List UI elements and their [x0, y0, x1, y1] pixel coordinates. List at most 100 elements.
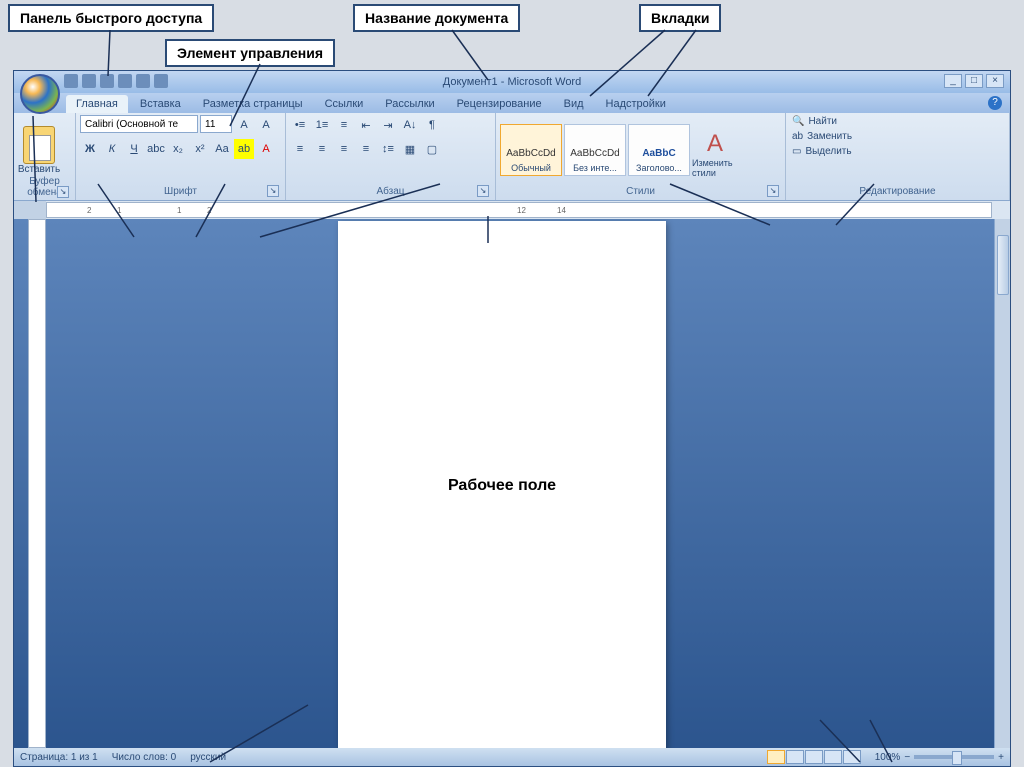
- tab-mailings[interactable]: Рассылки: [375, 95, 444, 113]
- label-doc-title: Название документа: [353, 4, 520, 32]
- office-button[interactable]: [20, 74, 60, 114]
- status-lang[interactable]: русский: [190, 752, 226, 763]
- group-styles: AaBbCcDd Обычный AaBbCcDd Без инте... Aa…: [496, 113, 786, 200]
- paste-label: Вставить: [18, 164, 60, 175]
- minimize-button[interactable]: _: [944, 74, 962, 88]
- horizontal-ruler[interactable]: 21 12 1214: [46, 202, 992, 218]
- scrollbar-thumb[interactable]: [997, 235, 1009, 295]
- multilevel-button[interactable]: ≡: [334, 115, 354, 135]
- tab-addins[interactable]: Надстройки: [596, 95, 676, 113]
- status-bar: Страница: 1 из 1 Число слов: 0 русский 1…: [14, 748, 1010, 766]
- ruler-area: 21 12 1214: [14, 201, 1010, 219]
- page-area: Рабочее поле: [46, 219, 1010, 748]
- help-icon[interactable]: ?: [988, 96, 1002, 110]
- subscript-button[interactable]: x₂: [168, 139, 188, 159]
- find-button[interactable]: 🔍Найти: [790, 115, 839, 128]
- align-left-button[interactable]: ≡: [290, 139, 310, 159]
- group-paragraph: •≡ 1≡ ≡ ⇤ ⇥ A↓ ¶ ≡ ≡ ≡ ≡ ↕≡ ▦ ▢: [286, 113, 496, 200]
- indent-increase-button[interactable]: ⇥: [378, 115, 398, 135]
- shading-button[interactable]: ▦: [400, 139, 420, 159]
- font-size-select[interactable]: 11: [200, 115, 232, 133]
- borders-button[interactable]: ▢: [422, 139, 442, 159]
- strike-button[interactable]: abc: [146, 139, 166, 159]
- italic-button[interactable]: К: [102, 139, 122, 159]
- vertical-scrollbar[interactable]: [994, 219, 1010, 748]
- change-styles-button[interactable]: A Изменить стили: [692, 122, 738, 178]
- numbering-button[interactable]: 1≡: [312, 115, 332, 135]
- font-name-select[interactable]: Calibri (Основной те: [80, 115, 198, 133]
- change-styles-icon: A: [707, 130, 723, 158]
- title-bar: Документ1 - Microsoft Word _ □ ×: [14, 71, 1010, 93]
- vertical-ruler[interactable]: [28, 219, 46, 748]
- view-full-screen[interactable]: [786, 750, 804, 764]
- word-window: Документ1 - Microsoft Word _ □ × Главная…: [13, 70, 1011, 767]
- line-spacing-button[interactable]: ↕≡: [378, 139, 398, 159]
- highlight-button[interactable]: ab: [234, 139, 254, 159]
- view-print-layout[interactable]: [767, 750, 785, 764]
- group-label-editing: Редактирование: [790, 185, 1005, 198]
- style-normal[interactable]: AaBbCcDd Обычный: [500, 124, 562, 176]
- select-icon: ▭: [792, 146, 801, 157]
- superscript-button[interactable]: x²: [190, 139, 210, 159]
- indent-decrease-button[interactable]: ⇤: [356, 115, 376, 135]
- dialog-launcher-paragraph[interactable]: ↘: [477, 185, 489, 197]
- dialog-launcher-font[interactable]: ↘: [267, 185, 279, 197]
- style-no-spacing[interactable]: AaBbCcDd Без инте...: [564, 124, 626, 176]
- tab-layout[interactable]: Разметка страницы: [193, 95, 313, 113]
- tab-insert[interactable]: Вставка: [130, 95, 191, 113]
- tab-review[interactable]: Рецензирование: [447, 95, 552, 113]
- workspace: Рабочее поле: [14, 219, 1010, 748]
- zoom-in-button[interactable]: +: [998, 752, 1004, 763]
- align-center-button[interactable]: ≡: [312, 139, 332, 159]
- tab-references[interactable]: Ссылки: [315, 95, 374, 113]
- underline-button[interactable]: Ч: [124, 139, 144, 159]
- group-clipboard: Вставить Буфер обмена ↘: [14, 113, 76, 200]
- change-case-button[interactable]: Aa: [212, 139, 232, 159]
- view-outline[interactable]: [824, 750, 842, 764]
- zoom-out-button[interactable]: −: [904, 752, 910, 763]
- close-button[interactable]: ×: [986, 74, 1004, 88]
- work-area-text: Рабочее поле: [448, 477, 556, 495]
- zoom-slider[interactable]: [914, 755, 994, 759]
- dialog-launcher-clipboard[interactable]: ↘: [57, 186, 69, 198]
- view-modes: [767, 750, 861, 764]
- style-heading[interactable]: AaBbC Заголово...: [628, 124, 690, 176]
- bold-button[interactable]: Ж: [80, 139, 100, 159]
- paste-button[interactable]: Вставить: [18, 115, 60, 175]
- justify-button[interactable]: ≡: [356, 139, 376, 159]
- group-label-styles: Стили ↘: [500, 185, 781, 198]
- align-right-button[interactable]: ≡: [334, 139, 354, 159]
- label-quick-access: Панель быстрого доступа: [8, 4, 214, 32]
- view-web[interactable]: [805, 750, 823, 764]
- find-icon: 🔍: [792, 116, 804, 127]
- grow-font-icon[interactable]: A: [234, 115, 254, 135]
- bullets-button[interactable]: •≡: [290, 115, 310, 135]
- zoom-value[interactable]: 100%: [875, 752, 901, 763]
- tab-view[interactable]: Вид: [554, 95, 594, 113]
- label-tabs: Вкладки: [639, 4, 721, 32]
- status-words[interactable]: Число слов: 0: [112, 752, 176, 763]
- ribbon: Вставить Буфер обмена ↘ Calibri (Основно…: [14, 113, 1010, 201]
- document-page[interactable]: Рабочее поле: [338, 221, 666, 748]
- group-label-paragraph: Абзац ↘: [290, 185, 491, 198]
- view-draft[interactable]: [843, 750, 861, 764]
- status-page[interactable]: Страница: 1 из 1: [20, 752, 98, 763]
- show-marks-button[interactable]: ¶: [422, 115, 442, 135]
- group-font: Calibri (Основной те 11 A A Ж К Ч abc x₂…: [76, 113, 286, 200]
- ribbon-tabs: Главная Вставка Разметка страницы Ссылки…: [14, 93, 1010, 113]
- select-button[interactable]: ▭Выделить: [790, 145, 854, 158]
- label-control-element: Элемент управления: [165, 39, 335, 67]
- sort-button[interactable]: A↓: [400, 115, 420, 135]
- replace-button[interactable]: abЗаменить: [790, 130, 854, 143]
- shrink-font-icon[interactable]: A: [256, 115, 276, 135]
- zoom-control: 100% − +: [875, 752, 1004, 763]
- group-label-clipboard: Буфер обмена ↘: [18, 175, 71, 199]
- paste-icon: [23, 126, 55, 164]
- maximize-button[interactable]: □: [965, 74, 983, 88]
- font-color-button[interactable]: A: [256, 139, 276, 159]
- replace-icon: ab: [792, 131, 803, 142]
- group-label-font: Шрифт ↘: [80, 185, 281, 198]
- tab-home[interactable]: Главная: [66, 95, 128, 113]
- document-title: Документ1 - Microsoft Word: [14, 76, 1010, 88]
- dialog-launcher-styles[interactable]: ↘: [767, 185, 779, 197]
